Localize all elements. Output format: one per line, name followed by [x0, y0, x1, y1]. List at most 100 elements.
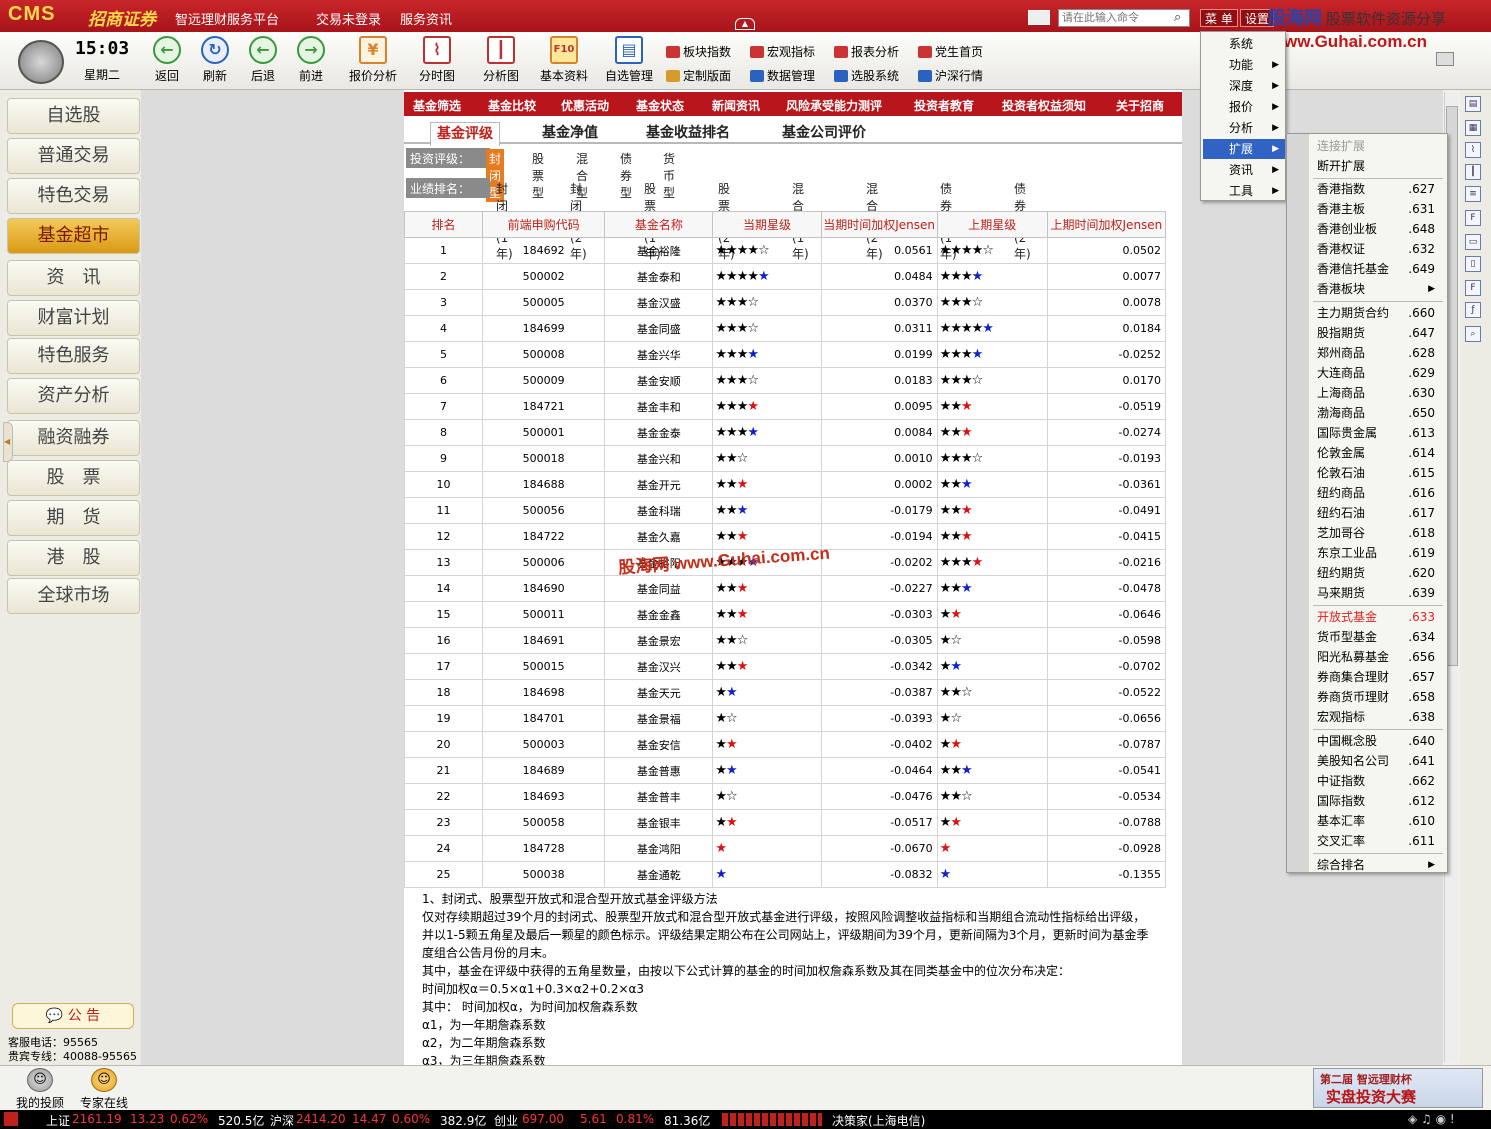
ext-menu-item[interactable]: 开放式基金 .633	[1309, 607, 1447, 627]
forward-button[interactable]: → 前进	[286, 36, 336, 84]
watchlist-manage-button[interactable]: ▤ 自选管理	[602, 36, 656, 84]
menu-item[interactable]: 深度 ▶	[1203, 76, 1285, 96]
command-input[interactable]	[1058, 9, 1190, 27]
table-row[interactable]: 7 184721 基金丰和 ★★★★ 0.0095 ★★★ -0.0519	[404, 393, 1167, 420]
macro-indicator-button[interactable]: 宏观指标	[750, 43, 815, 60]
ext-menu-item[interactable]: 连接扩展	[1309, 136, 1447, 156]
quote-list-icon[interactable]: ▤	[1465, 96, 1481, 112]
refresh-button[interactable]: ↻ 刷新	[190, 36, 240, 84]
left-nav-item[interactable]: 资 讯	[7, 260, 140, 296]
data-manage-button[interactable]: 数据管理	[750, 67, 815, 84]
ext-menu-item[interactable]: 伦敦金属 .614	[1309, 443, 1447, 463]
left-nav-item[interactable]: 基金超市	[7, 218, 140, 254]
ext-menu-item[interactable]: 伦敦石油 .615	[1309, 463, 1447, 483]
fund-menu-item[interactable]: 基金状态	[636, 97, 684, 114]
table-row[interactable]: 8 500001 基金金泰 ★★★★ 0.0084 ★★★ -0.0274	[404, 419, 1167, 446]
left-nav-item[interactable]: 自选股	[7, 98, 140, 134]
menu-item[interactable]: 功能 ▶	[1203, 55, 1285, 75]
left-nav-item[interactable]: 全球市场	[7, 578, 140, 614]
fund-menu-item[interactable]: 关于招商	[1116, 97, 1164, 114]
table-row[interactable]: 10 184688 基金开元 ★★★ 0.0002 ★★★ -0.0361	[404, 471, 1167, 498]
fund-menu-item[interactable]: 风险承受能力测评	[786, 97, 882, 114]
ext-menu-item[interactable]: 芝加哥谷 .618	[1309, 523, 1447, 543]
fund-menu-item[interactable]: 基金比较	[488, 97, 536, 114]
ext-menu-item[interactable]: 渤海商品 .650	[1309, 403, 1447, 423]
table-header[interactable]: 上期时间加权Jensen	[1046, 211, 1167, 238]
fund-sub-tab[interactable]: 基金净值	[542, 122, 598, 142]
left-nav-item[interactable]: 资产分析	[7, 378, 140, 414]
grid-icon[interactable]	[1436, 52, 1454, 66]
expert-online-button[interactable]: ☺ 专家在线	[72, 1068, 136, 1111]
table-row[interactable]: 6 500009 基金安顺 ★★★☆ 0.0183 ★★★☆ 0.0170	[404, 367, 1167, 394]
page-icon[interactable]: ▯	[1465, 256, 1481, 272]
table-row[interactable]: 14 184690 基金同益 ★★★ -0.0227 ★★★ -0.0478	[404, 575, 1167, 602]
fund-menu-item[interactable]: 投资者权益须知	[1002, 97, 1086, 114]
fund-menu-item[interactable]: 投资者教育	[914, 97, 974, 114]
table-icon[interactable]: ▦	[1465, 120, 1481, 136]
table-row[interactable]: 21 184689 基金普惠 ★★ -0.0464 ★★★ -0.0541	[404, 757, 1167, 784]
fund-sub-tab[interactable]: 基金公司评价	[782, 122, 866, 142]
left-nav-item[interactable]: 普通交易	[7, 138, 140, 174]
ext-menu-item[interactable]: 香港主板 .631	[1309, 199, 1447, 219]
table-header[interactable]: 前端申购代码	[482, 211, 606, 238]
table-header[interactable]: 上期星级	[936, 211, 1048, 238]
quote-analysis-button[interactable]: ¥ 报价分析	[346, 36, 400, 84]
table-header[interactable]: 排名	[404, 211, 484, 238]
table-row[interactable]: 9 500018 基金兴和 ★★☆ 0.0010 ★★★☆ -0.0193	[404, 445, 1167, 472]
ext-menu-item[interactable]: 券商集合理财 .657	[1309, 667, 1447, 687]
table-row[interactable]: 20 500003 基金安信 ★★ -0.0402 ★★ -0.0787	[404, 731, 1167, 758]
notice-button[interactable]: 💬 公 告	[12, 1003, 134, 1029]
ext-menu-item[interactable]: 马来期货 .639	[1309, 583, 1447, 603]
ext-menu-item[interactable]: 香港权证 .632	[1309, 239, 1447, 259]
ext-menu-item[interactable]: 香港信托基金 .649	[1309, 259, 1447, 279]
table-row[interactable]: 25 500038 基金通乾 ★ -0.0832 ★ -0.1355	[404, 861, 1167, 888]
fund-menu-item[interactable]: 新闻资讯	[712, 97, 760, 114]
table-header[interactable]: 当期星级	[712, 211, 822, 238]
ext-menu-item[interactable]: 大连商品 .629	[1309, 363, 1447, 383]
ext-menu-item[interactable]: 国际指数 .612	[1309, 791, 1447, 811]
menu-item[interactable]: 资讯 ▶	[1203, 160, 1285, 180]
left-nav-item[interactable]: 期 货	[7, 500, 140, 536]
fund-menu-item[interactable]: 优惠活动	[561, 97, 609, 114]
table-row[interactable]: 4 184699 基金同盛 ★★★☆ 0.0311 ★★★★★ 0.0184	[404, 315, 1167, 342]
table-row[interactable]: 2 500002 基金泰和 ★★★★★ 0.0484 ★★★★ 0.0077	[404, 263, 1167, 290]
f10-side-icon[interactable]: F	[1465, 210, 1481, 226]
table-row[interactable]: 17 500015 基金汉兴 ★★★ -0.0342 ★★ -0.0702	[404, 653, 1167, 680]
left-nav-item[interactable]: 融资融券	[7, 420, 140, 456]
ext-menu-item[interactable]: 纽约商品 .616	[1309, 483, 1447, 503]
ext-menu-item[interactable]: 中证指数 .662	[1309, 771, 1447, 791]
fund-sub-tab[interactable]: 基金收益排名	[646, 122, 730, 142]
formula-icon[interactable]: ƒ	[1465, 302, 1481, 318]
back-button[interactable]: ← 返回	[142, 36, 192, 84]
list-icon[interactable]: ≡	[1465, 186, 1481, 202]
ext-menu-item[interactable]: 股指期货 .647	[1309, 323, 1447, 343]
ext-menu-item[interactable]: 中国概念股 .640	[1309, 731, 1447, 751]
table-row[interactable]: 23 500058 基金银丰 ★★ -0.0517 ★★ -0.0788	[404, 809, 1167, 836]
analysis-chart-button[interactable]: ┃ 分析图	[476, 36, 526, 84]
tray-icons[interactable]: ◈ ♫ ◉ !	[1408, 1112, 1455, 1126]
f12-icon[interactable]: F	[1465, 280, 1481, 296]
table-header[interactable]: 当期时间加权Jensen	[820, 211, 938, 238]
ext-menu-item[interactable]: 阳光私募基金 .656	[1309, 647, 1447, 667]
ext-menu-item[interactable]: 主力期货合约 .660	[1309, 303, 1447, 323]
ext-menu-item[interactable]: 上海商品 .630	[1309, 383, 1447, 403]
ext-menu-item[interactable]: 郑州商品 .628	[1309, 343, 1447, 363]
shsz-quotes-button[interactable]: 沪深行情	[918, 67, 983, 84]
collapse-left-icon[interactable]: ◀	[3, 422, 13, 462]
rating-option[interactable]: 货币型	[663, 150, 675, 201]
rating-option[interactable]: 股票型	[532, 150, 544, 201]
table-row[interactable]: 1 184692 基金裕隆 ★★★★☆ 0.0561 ★★★★☆ 0.0502	[404, 237, 1167, 264]
ext-menu-item[interactable]: 美股知名公司 .641	[1309, 751, 1447, 771]
collapse-icon[interactable]: ▲	[735, 18, 755, 30]
ext-menu-item[interactable]: 国际贵金属 .613	[1309, 423, 1447, 443]
menu-item[interactable]: 报价 ▶	[1203, 97, 1285, 117]
menu-item[interactable]: 扩展 ▶	[1203, 139, 1285, 159]
rating-option[interactable]: 债券型	[620, 150, 632, 201]
ext-menu-item[interactable]: 香港指数 .627	[1309, 179, 1447, 199]
menu-item[interactable]: 工具 ▶	[1203, 181, 1285, 201]
table-row[interactable]: 22 184693 基金普丰 ★☆ -0.0476 ★★☆ -0.0534	[404, 783, 1167, 810]
table-row[interactable]: 3 500005 基金汉盛 ★★★☆ 0.0370 ★★★☆ 0.0078	[404, 289, 1167, 316]
menu-item[interactable]: 系统	[1203, 34, 1285, 54]
search-side-icon[interactable]: ⌕	[1465, 326, 1481, 342]
table-row[interactable]: 18 184698 基金天元 ★★ -0.0387 ★★☆ -0.0522	[404, 679, 1167, 706]
